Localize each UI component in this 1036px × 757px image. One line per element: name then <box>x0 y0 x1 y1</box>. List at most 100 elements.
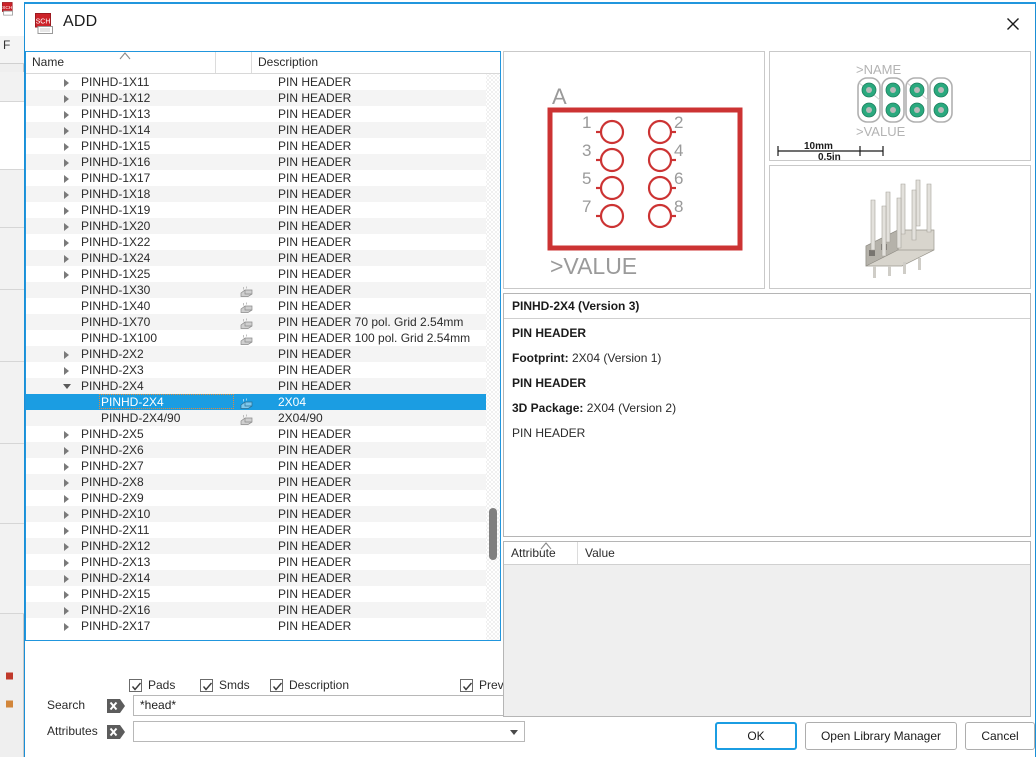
expand-arrow-icon[interactable] <box>64 255 69 263</box>
table-row[interactable]: PINHD-2X13PIN HEADER <box>26 554 500 570</box>
table-row[interactable]: PINHD-2X42X04 <box>26 394 500 410</box>
table-row[interactable]: PINHD-2X5PIN HEADER <box>26 426 500 442</box>
checkbox-smds-box[interactable] <box>200 679 213 692</box>
table-row[interactable]: PINHD-1X16PIN HEADER <box>26 154 500 170</box>
row-name: PINHD-2X9 <box>81 490 144 506</box>
device-tree-panel[interactable]: Name Description PINHD-1X11PIN HEADERPIN… <box>25 51 501 641</box>
expand-arrow-icon[interactable] <box>64 79 69 87</box>
expand-arrow-icon[interactable] <box>64 95 69 103</box>
table-row[interactable]: PINHD-1X22PIN HEADER <box>26 234 500 250</box>
background-row <box>0 444 24 524</box>
close-icon[interactable] <box>990 4 1035 43</box>
expand-arrow-icon[interactable] <box>64 367 69 375</box>
expand-arrow-icon[interactable] <box>64 143 69 151</box>
table-row[interactable]: PINHD-1X11PIN HEADER <box>26 74 500 90</box>
expand-arrow-icon[interactable] <box>64 127 69 135</box>
expand-arrow-icon[interactable] <box>64 479 69 487</box>
table-row[interactable]: PINHD-1X100PIN HEADER 100 pol. Grid 2.54… <box>26 330 500 346</box>
expand-arrow-icon[interactable] <box>64 623 69 631</box>
table-row[interactable]: PINHD-2X12PIN HEADER <box>26 538 500 554</box>
expand-arrow-icon[interactable] <box>64 447 69 455</box>
table-row[interactable]: PINHD-1X40PIN HEADER <box>26 298 500 314</box>
expand-arrow-icon[interactable] <box>64 495 69 503</box>
info-line-label: PIN HEADER <box>512 376 586 390</box>
table-row[interactable]: PINHD-2X4/902X04/90 <box>26 410 500 426</box>
table-row[interactable]: PINHD-2X17PIN HEADER <box>26 618 500 634</box>
column-header-icon[interactable] <box>216 52 252 73</box>
expand-arrow-icon[interactable] <box>64 607 69 615</box>
expand-arrow-icon[interactable] <box>64 175 69 183</box>
search-combobox[interactable]: *head* <box>133 695 525 716</box>
row-description: PIN HEADER <box>278 458 351 474</box>
expand-arrow-icon[interactable] <box>64 543 69 551</box>
table-row[interactable]: PINHD-1X25PIN HEADER <box>26 266 500 282</box>
table-row[interactable]: PINHD-1X24PIN HEADER <box>26 250 500 266</box>
table-row[interactable]: PINHD-2X8PIN HEADER <box>26 474 500 490</box>
table-row[interactable]: PINHD-2X16PIN HEADER <box>26 602 500 618</box>
column-header-value[interactable]: Value <box>578 542 1030 564</box>
row-description: PIN HEADER <box>278 74 351 90</box>
background-panel-letter: F <box>3 38 10 52</box>
sort-ascending-caret-icon <box>118 52 132 60</box>
row-description: PIN HEADER 100 pol. Grid 2.54mm <box>278 330 470 346</box>
open-library-manager-button[interactable]: Open Library Manager <box>805 722 957 750</box>
expand-arrow-icon[interactable] <box>64 239 69 247</box>
checkbox-pads-box[interactable] <box>129 679 142 692</box>
device-tree-rows[interactable]: PINHD-1X11PIN HEADERPINHD-1X12PIN HEADER… <box>26 74 500 640</box>
table-row[interactable]: PINHD-2X7PIN HEADER <box>26 458 500 474</box>
search-input-value[interactable]: *head* <box>140 696 176 715</box>
column-header-description[interactable]: Description <box>252 52 500 73</box>
expand-arrow-icon[interactable] <box>64 271 69 279</box>
sch-document-icon: SCH <box>35 13 55 34</box>
row-name: PINHD-1X16 <box>81 154 150 170</box>
expand-arrow-icon[interactable] <box>64 575 69 583</box>
search-clear-x-icon[interactable] <box>107 698 127 714</box>
checkbox-description-box[interactable] <box>270 679 283 692</box>
expand-arrow-icon[interactable] <box>64 191 69 199</box>
table-row[interactable]: PINHD-2X3PIN HEADER <box>26 362 500 378</box>
table-row[interactable]: PINHD-1X30PIN HEADER <box>26 282 500 298</box>
table-row[interactable]: PINHD-1X20PIN HEADER <box>26 218 500 234</box>
table-row[interactable]: PINHD-2X11PIN HEADER <box>26 522 500 538</box>
table-row[interactable]: PINHD-1X12PIN HEADER <box>26 90 500 106</box>
table-row[interactable]: PINHD-1X18PIN HEADER <box>26 186 500 202</box>
expand-arrow-icon[interactable] <box>64 111 69 119</box>
table-row[interactable]: PINHD-1X14PIN HEADER <box>26 122 500 138</box>
package-3d-icon <box>240 413 254 424</box>
tree-scrollbar[interactable] <box>486 74 500 640</box>
table-row[interactable]: PINHD-2X2PIN HEADER <box>26 346 500 362</box>
row-description: PIN HEADER <box>278 442 351 458</box>
expand-arrow-icon[interactable] <box>64 463 69 471</box>
svg-text:1: 1 <box>582 113 591 132</box>
table-row[interactable]: PINHD-2X9PIN HEADER <box>26 490 500 506</box>
expand-arrow-icon[interactable] <box>64 159 69 167</box>
cancel-button[interactable]: Cancel <box>965 722 1035 750</box>
table-row[interactable]: PINHD-1X19PIN HEADER <box>26 202 500 218</box>
checkbox-preview-box[interactable] <box>460 679 473 692</box>
ok-button[interactable]: OK <box>715 722 797 750</box>
table-row[interactable]: PINHD-1X70PIN HEADER 70 pol. Grid 2.54mm <box>26 314 500 330</box>
table-row[interactable]: PINHD-1X15PIN HEADER <box>26 138 500 154</box>
table-row[interactable]: PINHD-1X17PIN HEADER <box>26 170 500 186</box>
table-row[interactable]: PINHD-2X10PIN HEADER <box>26 506 500 522</box>
row-name: PINHD-1X18 <box>81 186 150 202</box>
svg-text:SCH: SCH <box>2 5 13 11</box>
expand-arrow-icon[interactable] <box>64 431 69 439</box>
attributes-table-rows[interactable] <box>504 566 1030 716</box>
expand-arrow-icon[interactable] <box>64 351 69 359</box>
row-name: PINHD-1X70 <box>81 314 150 330</box>
table-row[interactable]: PINHD-1X13PIN HEADER <box>26 106 500 122</box>
expand-arrow-icon[interactable] <box>64 207 69 215</box>
expand-arrow-icon[interactable] <box>64 527 69 535</box>
expand-arrow-icon[interactable] <box>64 223 69 231</box>
expand-arrow-icon[interactable] <box>64 591 69 599</box>
svg-text:A: A <box>552 84 567 109</box>
collapse-arrow-icon[interactable] <box>63 384 71 389</box>
table-row[interactable]: PINHD-2X15PIN HEADER <box>26 586 500 602</box>
expand-arrow-icon[interactable] <box>64 511 69 519</box>
table-row[interactable]: PINHD-2X14PIN HEADER <box>26 570 500 586</box>
table-row[interactable]: PINHD-2X6PIN HEADER <box>26 442 500 458</box>
tree-scrollbar-thumb[interactable] <box>489 508 497 560</box>
expand-arrow-icon[interactable] <box>64 559 69 567</box>
table-row[interactable]: PINHD-2X4PIN HEADER <box>26 378 500 394</box>
